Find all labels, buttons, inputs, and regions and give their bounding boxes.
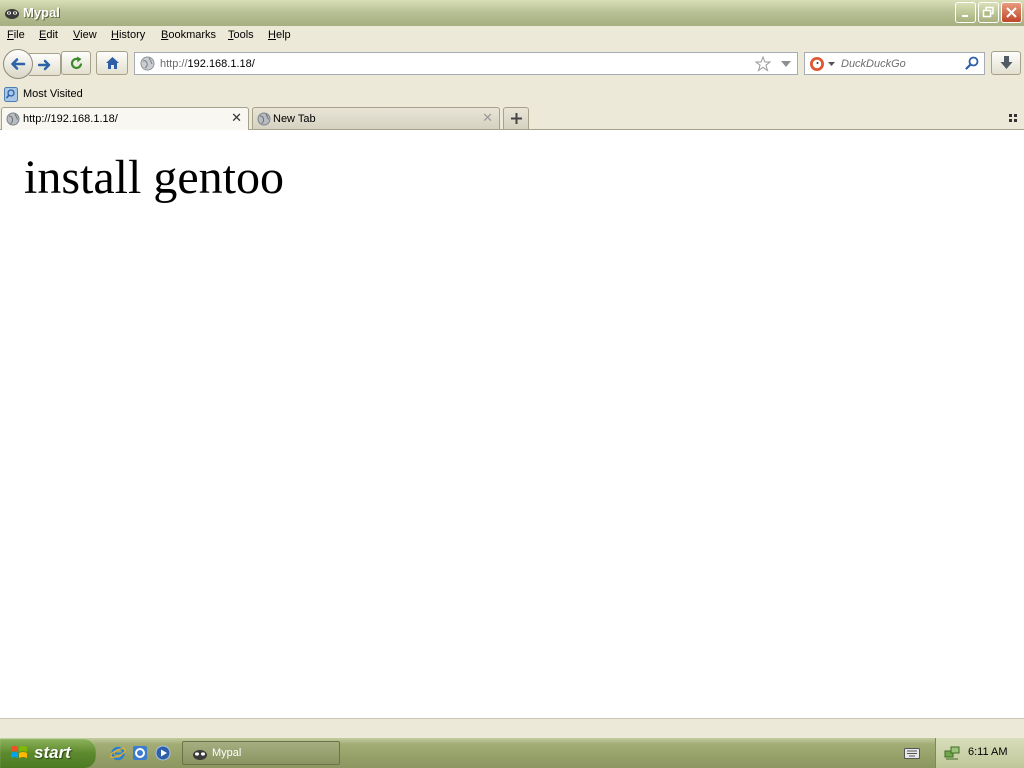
tab-title: New Tab xyxy=(273,113,316,125)
clock: 6:11 AM xyxy=(968,746,1008,758)
internet-explorer-icon[interactable] xyxy=(110,745,126,761)
outlook-express-icon[interactable] xyxy=(132,745,148,761)
menu-tools[interactable]: Tools xyxy=(228,29,254,41)
bookmark-star-icon[interactable] xyxy=(755,56,771,72)
globe-icon xyxy=(140,56,155,71)
engine-dropdown-icon[interactable] xyxy=(828,62,835,67)
forward-button[interactable] xyxy=(29,53,61,76)
most-visited-folder-icon xyxy=(4,87,18,102)
restore-button[interactable] xyxy=(978,2,999,23)
tab-list-button[interactable] xyxy=(1008,113,1018,123)
home-button[interactable] xyxy=(96,51,128,75)
download-arrow-icon xyxy=(1000,56,1013,69)
start-label: start xyxy=(34,743,71,762)
bookmarks-toolbar: Most Visited xyxy=(0,84,1024,105)
navigation-toolbar: http://192.168.1.18/ DuckDuckGo xyxy=(0,46,1024,84)
page-content: install gentoo xyxy=(0,130,1024,718)
search-placeholder: DuckDuckGo xyxy=(841,58,906,70)
tab-new-tab[interactable]: New Tab ✕ xyxy=(252,107,500,129)
url-text: http://192.168.1.18/ xyxy=(160,58,255,70)
window-title: Mypal xyxy=(23,5,60,20)
menu-file[interactable]: File xyxy=(7,29,25,41)
tab-close-icon[interactable]: ✕ xyxy=(482,111,493,126)
media-player-icon[interactable] xyxy=(155,745,171,761)
page-heading: install gentoo xyxy=(24,151,284,204)
menu-bar: File Edit View History Bookmarks Tools H… xyxy=(0,26,1024,46)
minimize-icon xyxy=(962,15,968,17)
tab-globe-icon xyxy=(257,112,271,126)
status-bar xyxy=(0,718,1024,739)
restore-icon xyxy=(982,6,994,18)
new-tab-button[interactable] xyxy=(503,107,529,129)
keyboard-language-icon[interactable] xyxy=(904,746,920,760)
close-icon xyxy=(1006,7,1017,18)
downloads-button[interactable] xyxy=(991,51,1021,75)
most-visited-bookmark[interactable]: Most Visited xyxy=(0,84,90,105)
close-window-button[interactable] xyxy=(1001,2,1022,23)
tab-close-icon[interactable]: ✕ xyxy=(231,111,242,126)
home-icon xyxy=(106,57,119,69)
back-forward-group xyxy=(3,49,62,79)
duckduckgo-engine-icon[interactable] xyxy=(809,56,825,72)
menu-view[interactable]: View xyxy=(73,29,97,41)
url-bar[interactable]: http://192.168.1.18/ xyxy=(134,52,798,75)
tab-title: http://192.168.1.18/ xyxy=(23,113,118,125)
tab-strip: http://192.168.1.18/ ✕ New Tab ✕ xyxy=(0,105,1024,130)
reload-icon xyxy=(70,56,83,70)
search-icon[interactable] xyxy=(965,56,979,70)
back-button[interactable] xyxy=(3,49,33,79)
plus-icon xyxy=(511,113,522,124)
title-bar[interactable]: Mypal xyxy=(0,0,1024,27)
mypal-app-icon xyxy=(193,750,207,760)
menu-history[interactable]: History xyxy=(111,29,145,41)
reload-button[interactable] xyxy=(61,51,91,75)
network-icon[interactable] xyxy=(944,745,960,761)
most-visited-label: Most Visited xyxy=(23,88,83,100)
windows-logo-icon xyxy=(11,746,27,758)
mypal-app-icon xyxy=(5,9,19,19)
start-button[interactable]: start xyxy=(0,738,96,768)
forward-arrow-icon xyxy=(38,59,51,71)
taskbar-item-label: Mypal xyxy=(212,747,242,759)
grid-icon xyxy=(1009,114,1017,122)
system-tray: 6:11 AM xyxy=(935,738,1024,768)
back-arrow-icon xyxy=(11,58,26,70)
tab-globe-icon xyxy=(6,112,20,126)
taskbar-item-mypal[interactable]: Mypal xyxy=(182,741,340,765)
minimize-button[interactable] xyxy=(955,2,976,23)
taskbar: start Mypal 6:11 AM xyxy=(0,738,1024,768)
url-history-dropdown-icon[interactable] xyxy=(781,61,791,68)
menu-bookmarks[interactable]: Bookmarks xyxy=(161,29,216,41)
tab-active[interactable]: http://192.168.1.18/ ✕ xyxy=(1,107,249,130)
search-bar[interactable]: DuckDuckGo xyxy=(804,52,985,75)
menu-help[interactable]: Help xyxy=(268,29,291,41)
menu-edit[interactable]: Edit xyxy=(39,29,58,41)
